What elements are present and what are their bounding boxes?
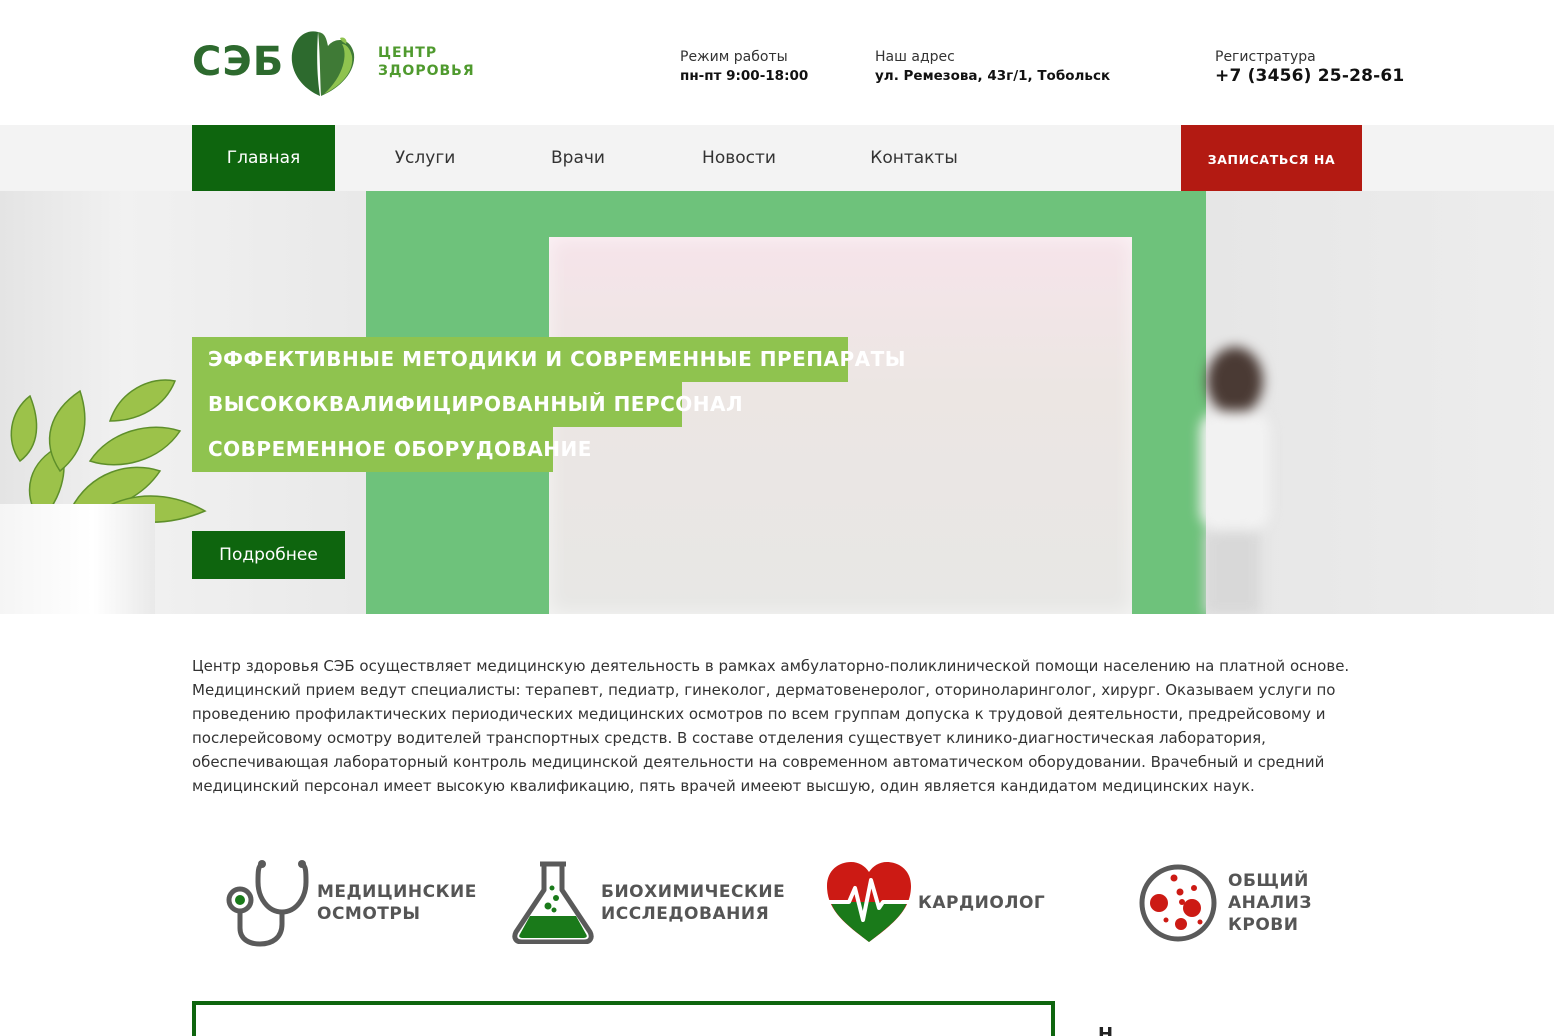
feature-label-line: КРОВИ (1228, 915, 1299, 935)
about-line: проведению профилактических периодически… (192, 705, 1326, 723)
feature-label-line: АНАЛИЗ (1228, 893, 1312, 913)
feature-label: МЕДИЦИНСКИЕ ОСМОТРЫ (317, 881, 477, 925)
logo-sub-line2: ЗДОРОВЬЯ (378, 63, 475, 79)
sidebar-heading-fragment: Н (1098, 1024, 1114, 1036)
nav-item-doctors[interactable]: Врачи (535, 125, 621, 191)
nav-item-contacts[interactable]: Контакты (860, 125, 968, 191)
logo[interactable]: СЭБ ЦЕНТР ЗДОРОВЬЯ (192, 30, 475, 98)
flask-icon (512, 861, 594, 944)
feature-label: БИОХИМИЧЕСКИЕ ИССЛЕДОВАНИЯ (601, 881, 785, 925)
feature-label-line: КАРДИОЛОГ (918, 893, 1046, 913)
hero-banner: ЭФФЕКТИВНЫЕ МЕТОДИКИ И СОВРЕМЕННЫЕ ПРЕПА… (0, 191, 1554, 614)
nav-item-news[interactable]: Новости (690, 125, 788, 191)
book-appointment-button[interactable]: ЗАПИСАТЬСЯ НА ПРИЕМ (1181, 125, 1362, 237)
about-text: Центр здоровья СЭБ осуществляет медицинс… (192, 654, 1352, 798)
work-hours: Режим работы пн-пт 9:00-18:00 (680, 48, 808, 86)
about-line: Медицинский прием ведут специалисты: тер… (192, 681, 1336, 699)
plant-pot (0, 504, 155, 614)
feature-label-line: ОБЩИЙ (1228, 871, 1309, 891)
blurred-person-image (1200, 347, 1270, 614)
feature-cardiologist[interactable]: КАРДИОЛОГ (825, 858, 1045, 950)
logo-subtitle: ЦЕНТР ЗДОРОВЬЯ (378, 44, 475, 80)
more-button[interactable]: Подробнее (192, 531, 345, 579)
about-line: медицинский персонал имеет высокую квали… (192, 777, 1255, 795)
address-label: Наш адрес (875, 49, 955, 65)
about-line: Центр здоровья СЭБ осуществляет медицинс… (192, 657, 1350, 675)
feature-label-line: ИССЛЕДОВАНИЯ (601, 904, 770, 924)
nav-item-services[interactable]: Услуги (375, 125, 475, 191)
feature-label-line: ОСМОТРЫ (317, 904, 421, 924)
feature-label: ОБЩИЙ АНАЛИЗ КРОВИ (1228, 870, 1312, 936)
hero-tagline-3: СОВРЕМЕННОЕ ОБОРУДОВАНИЕ (192, 427, 591, 472)
feature-label-line: МЕДИЦИНСКИЕ (317, 882, 477, 902)
phone-label: Регистратура (1215, 49, 1316, 65)
logo-text: СЭБ (192, 39, 285, 85)
address-value: ул. Ремезова, 43г/1, Тобольск (875, 68, 1111, 84)
feature-biochemical[interactable]: БИОХИМИЧЕСКИЕ ИССЛЕДОВАНИЯ (510, 858, 785, 950)
logo-heart-icon (291, 31, 355, 97)
content-box (192, 1001, 1055, 1036)
hero-tagline-2: ВЫСОКОКВАЛИФИЦИРОВАННЫЙ ПЕРСОНАЛ (192, 382, 743, 427)
main-nav: Главная Услуги Врачи Новости Контакты ЗА… (0, 125, 1554, 237)
work-hours-value: пн-пт 9:00-18:00 (680, 68, 809, 84)
feature-blood-test[interactable]: ОБЩИЙ АНАЛИЗ КРОВИ (1138, 858, 1338, 950)
registry-phone: Регистратура +7 (3456) 25-28-61 (1215, 48, 1404, 86)
feature-medical-checkups[interactable]: МЕДИЦИНСКИЕ ОСМОТРЫ (226, 858, 476, 950)
nav-item-home[interactable]: Главная (192, 125, 335, 191)
about-line: обеспечивающая лабораторный контроль мед… (192, 753, 1325, 771)
phone-number[interactable]: +7 (3456) 25-28-61 (1215, 67, 1404, 86)
address: Наш адрес ул. Ремезова, 43г/1, Тобольск (875, 48, 1110, 86)
logo-sub-line1: ЦЕНТР (378, 45, 438, 61)
feature-label: КАРДИОЛОГ (918, 892, 1045, 914)
hero-tagline-1: ЭФФЕКТИВНЫЕ МЕТОДИКИ И СОВРЕМЕННЫЕ ПРЕПА… (192, 337, 906, 382)
stethoscope-icon (226, 860, 309, 947)
about-line: послерейсовому осмотру водителей транспо… (192, 729, 1266, 747)
work-hours-label: Режим работы (680, 49, 788, 65)
heart-pulse-icon (825, 862, 913, 942)
feature-label-line: БИОХИМИЧЕСКИЕ (601, 882, 786, 902)
blood-cells-icon (1139, 864, 1217, 942)
